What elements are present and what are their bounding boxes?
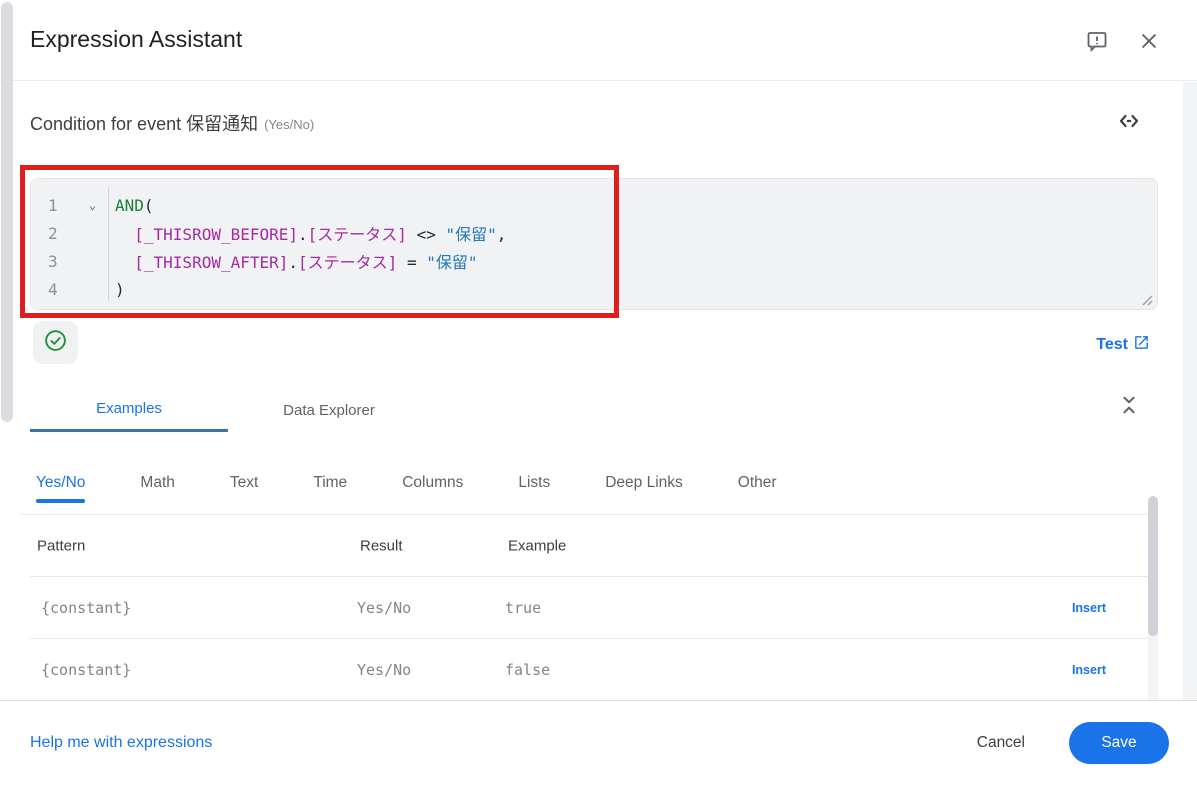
- dialog-header: Expression Assistant: [0, 0, 1197, 81]
- result-cell: Yes/No: [357, 661, 411, 679]
- category-tab-lists[interactable]: Lists: [518, 474, 550, 508]
- save-button[interactable]: Save: [1069, 722, 1169, 764]
- category-tab-deep-links[interactable]: Deep Links: [605, 474, 683, 508]
- code-line: 1⌄AND(: [31, 191, 1157, 219]
- code-text: AND(: [108, 196, 154, 215]
- col-header-result: Result: [360, 537, 403, 554]
- code-view-toggle-icon[interactable]: [1117, 109, 1141, 133]
- resize-grip-icon[interactable]: [1141, 293, 1153, 305]
- gutter-separator: [108, 187, 109, 301]
- col-header-pattern: Pattern: [37, 537, 85, 554]
- result-cell: Yes/No: [357, 599, 411, 617]
- category-tab-math[interactable]: Math: [140, 474, 174, 508]
- footer-actions: Cancel Save: [967, 722, 1169, 764]
- check-circle-icon: [43, 328, 68, 358]
- table-row: {constant} Yes/No true Insert: [30, 577, 1148, 639]
- line-number: 4: [31, 280, 77, 299]
- code-text: ): [108, 280, 125, 299]
- line-number: 1: [31, 196, 77, 215]
- expression-editor[interactable]: 1⌄AND(2 [_THISROW_BEFORE].[ステータス] <> "保留…: [30, 178, 1158, 310]
- cancel-button[interactable]: Cancel: [967, 726, 1035, 760]
- expression-valid-badge: [33, 321, 78, 364]
- header-icons: [1085, 29, 1161, 53]
- code-text: [_THISROW_BEFORE].[ステータス] <> "保留",: [108, 221, 506, 245]
- category-tab-text[interactable]: Text: [230, 474, 258, 508]
- close-icon[interactable]: [1137, 29, 1161, 53]
- code-text: [_THISROW_AFTER].[ステータス] = "保留": [108, 249, 478, 273]
- table-scrollbar-track[interactable]: [1148, 496, 1158, 704]
- category-tabs: Yes/No Math Text Time Columns Lists Deep Links…: [36, 474, 777, 508]
- code-line: 2 [_THISROW_BEFORE].[ステータス] <> "保留",: [31, 219, 1157, 247]
- table-row: {constant} Yes/No false Insert: [30, 639, 1148, 700]
- insert-link[interactable]: Insert: [1072, 663, 1106, 677]
- table-header-row: Pattern Result Example: [30, 515, 1148, 577]
- code-lines: 1⌄AND(2 [_THISROW_BEFORE].[ステータス] <> "保留…: [31, 191, 1157, 303]
- code-line: 3 [_THISROW_AFTER].[ステータス] = "保留": [31, 247, 1157, 275]
- category-tab-other[interactable]: Other: [738, 474, 777, 508]
- pattern-cell: {constant}: [41, 599, 131, 617]
- pattern-cell: {constant}: [41, 661, 131, 679]
- page-scrollbar-thumb[interactable]: [1, 2, 13, 422]
- main-tabs: Examples Data Explorer: [30, 388, 430, 432]
- example-cell: false: [505, 661, 550, 679]
- dialog-title: Expression Assistant: [30, 26, 242, 53]
- condition-type-suffix: (Yes/No): [264, 117, 314, 132]
- dialog-footer: Help me with expressions Cancel Save: [0, 700, 1197, 785]
- tab-examples[interactable]: Examples: [30, 388, 228, 432]
- example-cell: true: [505, 599, 541, 617]
- insert-link[interactable]: Insert: [1072, 601, 1106, 615]
- expression-assistant-dialog: Expression Assistant Condition for event…: [0, 0, 1197, 785]
- line-number: 3: [31, 252, 77, 271]
- table-scrollbar-thumb[interactable]: [1148, 496, 1158, 636]
- category-tab-columns[interactable]: Columns: [402, 474, 463, 508]
- open-in-new-icon: [1133, 334, 1150, 356]
- fold-chevron-icon[interactable]: ⌄: [77, 199, 108, 211]
- examples-table: Pattern Result Example {constant} Yes/No t…: [30, 515, 1148, 700]
- feedback-icon[interactable]: [1085, 29, 1109, 53]
- condition-label: Condition for event 保留通知: [30, 110, 258, 136]
- category-tab-time[interactable]: Time: [313, 474, 347, 508]
- col-header-example: Example: [508, 537, 566, 554]
- page-scrollbar-track[interactable]: [1183, 82, 1197, 700]
- test-label: Test: [1096, 336, 1128, 354]
- category-tab-yes-no[interactable]: Yes/No: [36, 474, 85, 508]
- tab-data-explorer[interactable]: Data Explorer: [228, 388, 430, 432]
- test-button[interactable]: Test: [1096, 334, 1150, 356]
- condition-row: Condition for event 保留通知 (Yes/No): [30, 109, 1141, 137]
- help-expressions-link[interactable]: Help me with expressions: [30, 734, 212, 752]
- code-line: 4): [31, 275, 1157, 303]
- line-number: 2: [31, 224, 77, 243]
- collapse-panel-icon[interactable]: [1117, 392, 1141, 418]
